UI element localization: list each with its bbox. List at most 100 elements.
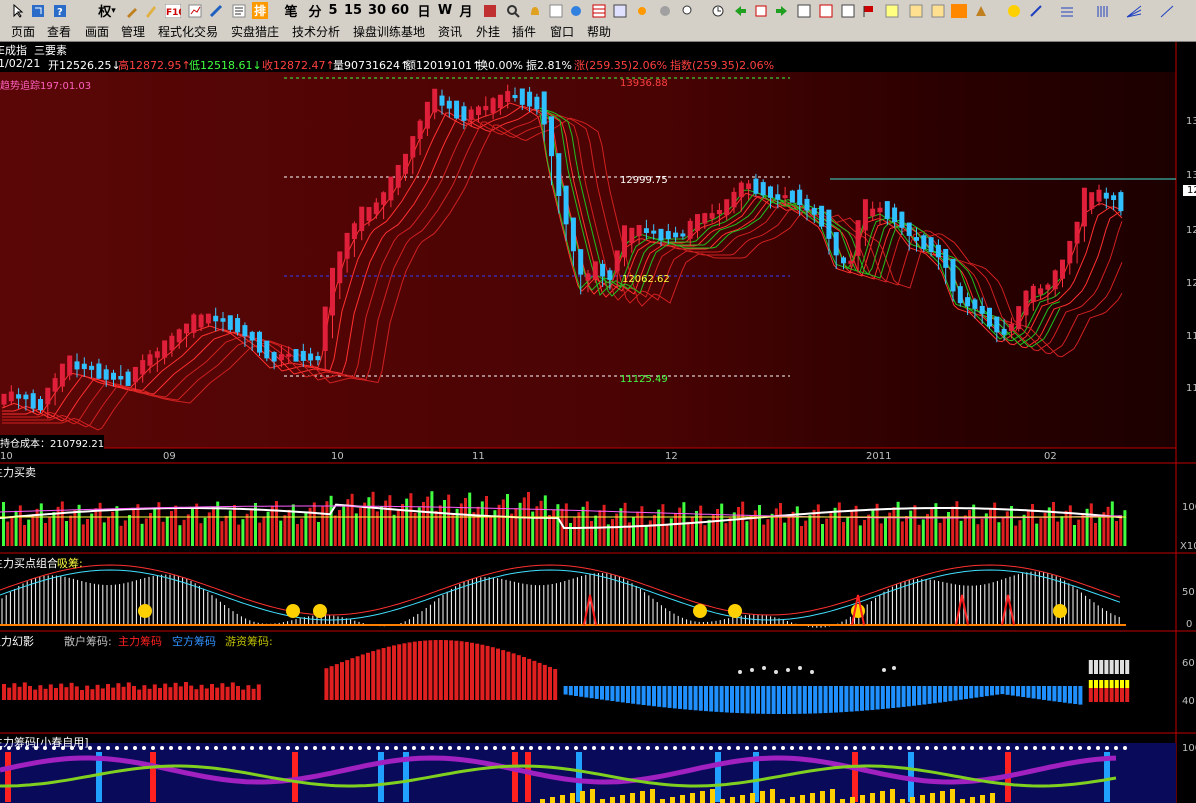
smile-signal-icon (138, 604, 152, 618)
top-dot (889, 746, 893, 750)
level-high-label: 13936.88 (620, 78, 668, 89)
candle-body (468, 109, 474, 120)
volume-bar (48, 517, 52, 546)
volume-bar (594, 515, 598, 546)
top-dot (223, 746, 227, 750)
candle-body (782, 195, 788, 199)
smile-signal-icon (728, 604, 742, 618)
legend-main: 主力筹码 (118, 635, 162, 648)
main-chip-bar (329, 666, 334, 700)
top-dot (493, 746, 497, 750)
top-dot (646, 746, 650, 750)
volume-bar (174, 505, 178, 546)
volume-stub (930, 793, 935, 803)
volume-bar (703, 525, 707, 546)
short-chip-bar (646, 686, 651, 706)
short-chip-bar (906, 686, 911, 707)
volume-stub (800, 795, 805, 803)
short-chip-bar (922, 686, 927, 705)
volume-bar (1010, 506, 1013, 546)
candle-body (271, 352, 277, 362)
smile-signal-icon (313, 604, 327, 618)
retail-chip-dot (786, 668, 790, 672)
top-dot (295, 746, 299, 750)
short-chip-bar (844, 686, 849, 712)
volume-bar (657, 509, 661, 546)
short-chip-bar (875, 686, 880, 710)
volume-bar (417, 507, 421, 546)
main-chip-bar (158, 688, 162, 700)
top-dot (772, 746, 776, 750)
volume-bar (707, 519, 711, 546)
volume-bar (942, 517, 946, 546)
short-chip-bar (740, 686, 745, 714)
candle-body (622, 225, 627, 258)
candle-body (132, 366, 138, 383)
short-chip-bar (667, 686, 672, 708)
candle-body (775, 194, 781, 200)
short-chip-bar (995, 686, 1000, 695)
volume-stub (900, 799, 905, 803)
volume-bar (867, 514, 871, 546)
volume-bar (909, 510, 913, 546)
top-dot (1069, 746, 1073, 750)
main-chip-bar (256, 684, 261, 700)
volume-bar (279, 520, 283, 546)
candle-body (38, 399, 43, 411)
short-chip-bar (589, 686, 594, 699)
volume-bar (245, 513, 249, 546)
top-dot (169, 746, 173, 750)
top-dot (187, 746, 191, 750)
panel2-subtitle: 吸筹: (57, 557, 83, 570)
volume-bar (930, 508, 934, 546)
candle-body (1060, 259, 1065, 279)
candle-body (417, 120, 423, 139)
retail-chip-bar (1120, 660, 1124, 674)
short-chip-bar (865, 686, 870, 711)
main-chip-bar (433, 640, 438, 700)
candle-body (563, 185, 569, 225)
volume-stub (640, 791, 645, 803)
candle-body (1067, 240, 1073, 264)
top-dot (727, 746, 731, 750)
candle-body (16, 394, 22, 399)
volume-bar (115, 506, 119, 546)
volume-bar (590, 521, 593, 546)
retail-chip-bar (1104, 660, 1109, 674)
candle-body (841, 257, 846, 264)
top-dot (1114, 746, 1118, 750)
time-axis-label: 2011 (866, 451, 892, 462)
candle-body (614, 250, 620, 272)
top-dot (709, 746, 713, 750)
main-chip-bar (553, 669, 558, 700)
candle-body (461, 106, 467, 121)
top-dot (97, 746, 101, 750)
volume-bar (758, 505, 761, 546)
volume-stub (980, 795, 985, 803)
volume-bar (119, 525, 123, 546)
short-chip-bar (1026, 686, 1031, 698)
volume-bar (459, 503, 463, 546)
volume-bar (186, 514, 190, 546)
volume-stub (990, 793, 995, 803)
volume-bar (380, 506, 383, 546)
top-dot (988, 746, 992, 750)
top-dot (115, 746, 119, 750)
short-chip-bar (1047, 686, 1052, 701)
main-chip-bar (210, 684, 214, 700)
candle-body (935, 244, 941, 258)
volume-bar (430, 491, 434, 546)
candle-body (1118, 192, 1124, 212)
volume-bar (199, 523, 203, 546)
main-chip-bar (1114, 688, 1119, 702)
top-dot (763, 746, 767, 750)
level-lowmid-label: 12062.62 (622, 274, 670, 285)
main-chip-bar (548, 666, 552, 700)
volume-bar (917, 524, 921, 546)
top-dot (448, 746, 452, 750)
candle-body (906, 222, 912, 236)
candle-body (651, 230, 657, 234)
top-dot (565, 746, 569, 750)
charts-svg[interactable] (0, 0, 1196, 803)
volume-bar (1039, 518, 1043, 546)
